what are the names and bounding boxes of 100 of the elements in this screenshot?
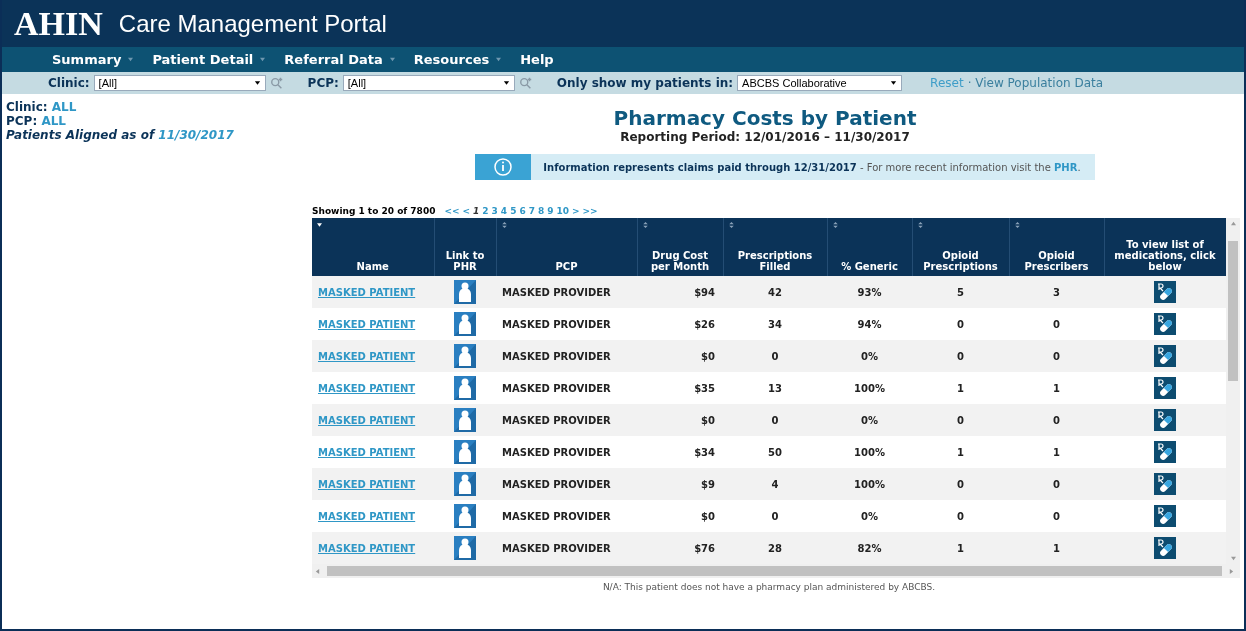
pcp-select[interactable]: [All] — [342, 75, 515, 91]
first-page-link[interactable]: << — [444, 206, 460, 216]
nav-menu-item[interactable]: Summary — [52, 52, 135, 67]
next-page-link[interactable]: > — [572, 206, 580, 216]
patient-link[interactable]: MASKED PATIENT — [318, 382, 416, 394]
person-icon[interactable] — [454, 280, 476, 304]
portal-title: Care Management Portal — [118, 9, 387, 38]
sort-icon — [917, 222, 923, 228]
pill-icon[interactable] — [1154, 377, 1176, 399]
table-cell: 0 — [1009, 340, 1104, 372]
nav-menu-item[interactable]: Patient Detail — [152, 52, 267, 67]
table-cell: 28 — [723, 532, 827, 564]
sort-icon — [642, 222, 648, 228]
column-header[interactable]: Prescriptions Filled — [723, 218, 827, 276]
pill-icon[interactable] — [1154, 313, 1176, 335]
filter-label: PCP: — [307, 76, 339, 90]
info-icon — [475, 154, 532, 180]
patient-link[interactable]: MASKED PATIENT — [318, 318, 416, 330]
summary-line: PCP: ALL — [6, 114, 67, 128]
page-link[interactable]: 4 — [500, 206, 508, 216]
page-link[interactable]: 6 — [519, 206, 526, 216]
table-cell: $26 — [637, 308, 723, 340]
table-cell: MASKED PROVIDER — [496, 308, 637, 340]
nav-menu-item[interactable]: Help — [520, 52, 554, 67]
view-population-link[interactable]: · View Population Data — [967, 76, 1104, 90]
table-cell: $76 — [637, 532, 723, 564]
person-icon[interactable] — [454, 440, 476, 464]
column-header[interactable]: Name — [312, 218, 434, 276]
table-cell: 0 — [1009, 308, 1104, 340]
nav-menu-item[interactable]: Referral Data — [284, 52, 396, 67]
person-icon[interactable] — [454, 344, 476, 368]
nav-menu-item[interactable]: Resources — [413, 52, 503, 67]
table-cell: 1 — [1009, 436, 1104, 468]
table-cell: MASKED PROVIDER — [496, 404, 637, 436]
pill-icon[interactable] — [1154, 281, 1176, 303]
clinic-select[interactable]: [All] — [93, 75, 266, 91]
page-link[interactable]: 2 — [482, 206, 489, 216]
page-link[interactable]: 7 — [528, 206, 535, 216]
table-cell: 1 — [912, 532, 1009, 564]
person-icon[interactable] — [454, 536, 476, 560]
table-cell: 5 — [912, 276, 1009, 308]
person-icon[interactable] — [454, 504, 476, 528]
person-icon[interactable] — [454, 376, 476, 400]
report-title: Pharmacy Costs by Patient — [613, 106, 917, 130]
page-link[interactable]: 9 — [547, 206, 554, 216]
person-icon[interactable] — [454, 472, 476, 496]
table-cell: $34 — [637, 436, 723, 468]
table-cell: $0 — [637, 340, 723, 372]
column-header[interactable]: % Generic — [827, 218, 912, 276]
caret-icon — [388, 57, 396, 62]
pill-icon[interactable] — [1154, 537, 1176, 559]
page-link[interactable]: 1 — [473, 206, 480, 216]
patient-link[interactable]: MASKED PATIENT — [318, 446, 416, 458]
table-cell: 0% — [827, 340, 912, 372]
page-link[interactable]: 10 — [556, 206, 569, 216]
table-cell: $0 — [637, 500, 723, 532]
filter-label: Only show my patients in: — [556, 76, 734, 90]
showing-count: Showing 1 to 20 of 7800 — [312, 206, 436, 216]
caret-icon — [890, 80, 898, 86]
pill-icon[interactable] — [1154, 473, 1176, 495]
pill-icon[interactable] — [1154, 441, 1176, 463]
table-cell: 0 — [723, 404, 827, 436]
sort-icon — [501, 222, 507, 228]
column-header: Link to PHR — [434, 218, 496, 276]
group-select[interactable]: ABCBS Collaborative — [737, 75, 903, 91]
person-icon[interactable] — [454, 408, 476, 432]
pill-icon[interactable] — [1154, 505, 1176, 527]
table-cell: 3 — [1009, 276, 1104, 308]
summary-line: Clinic: ALL — [6, 100, 78, 114]
table-cell: 0 — [912, 340, 1009, 372]
summary-line: Patients Aligned as of 11/30/2017 — [6, 128, 235, 142]
table-cell: 0 — [912, 308, 1009, 340]
table-cell: 50 — [723, 436, 827, 468]
page-link[interactable]: 5 — [510, 206, 517, 216]
prev-page-link[interactable]: < — [462, 206, 471, 216]
table-cell: $94 — [637, 276, 723, 308]
table-cell: 0 — [723, 340, 827, 372]
reset-link[interactable]: Reset — [930, 76, 964, 90]
table-cell: $0 — [637, 404, 723, 436]
pill-icon[interactable] — [1154, 345, 1176, 367]
table-cell: $9 — [637, 468, 723, 500]
column-header[interactable]: PCP — [496, 218, 637, 276]
table-cell: 42 — [723, 276, 827, 308]
table-cell: MASKED PROVIDER — [496, 532, 637, 564]
patient-link[interactable]: MASKED PATIENT — [318, 510, 416, 522]
table-cell: 93% — [827, 276, 912, 308]
page-link[interactable]: 3 — [491, 206, 498, 216]
caret-icon — [502, 80, 510, 86]
table-cell: 82% — [827, 532, 912, 564]
table-cell: MASKED PROVIDER — [496, 468, 637, 500]
page-link[interactable]: 8 — [537, 206, 545, 216]
sort-icon — [832, 222, 838, 228]
person-icon[interactable] — [454, 312, 476, 336]
last-page-link[interactable]: >> — [582, 206, 598, 216]
column-header[interactable]: Opioid Prescribers — [1009, 218, 1104, 276]
pill-icon[interactable] — [1154, 409, 1176, 431]
table-cell: 1 — [1009, 372, 1104, 404]
table-cell: 4 — [723, 468, 827, 500]
column-header[interactable]: Opioid Prescriptions — [912, 218, 1009, 276]
column-header[interactable]: Drug Cost per Month — [637, 218, 723, 276]
